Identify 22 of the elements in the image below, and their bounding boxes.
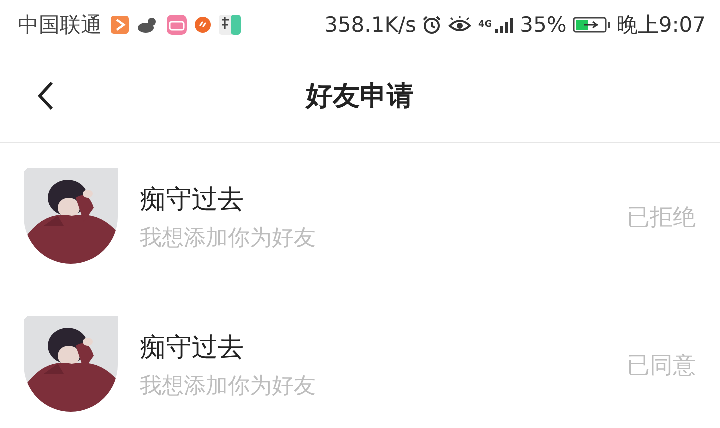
request-message: 我想添加你为好友 <box>140 224 317 252</box>
network-speed: 358.1K/s <box>324 13 416 37</box>
request-message: 我想添加你为好友 <box>140 372 317 400</box>
user-name: 痴守过去 <box>140 332 245 364</box>
eye-icon <box>448 16 472 34</box>
battery-icon <box>572 16 611 34</box>
signal-icon <box>494 16 514 34</box>
book-app-icon <box>218 14 242 36</box>
network-type: 4G <box>478 20 492 30</box>
carrier-name: 中国联通 <box>18 12 102 39</box>
video-app-icon <box>110 15 130 35</box>
page-title: 好友申请 <box>306 80 414 114</box>
clock-time: 晚上9:07 <box>616 12 706 39</box>
friend-request-item[interactable]: 痴守过去 我想添加你为好友 已拒绝 <box>0 143 720 291</box>
request-status: 已拒绝 <box>627 204 696 232</box>
user-name: 痴守过去 <box>140 184 245 216</box>
friend-request-item[interactable]: 痴守过去 我想添加你为好友 已同意 <box>0 291 720 428</box>
alarm-icon <box>422 15 442 35</box>
request-status: 已同意 <box>627 352 696 380</box>
tv-app-icon <box>166 14 188 36</box>
round-app-icon <box>194 16 212 34</box>
battery-percent: 35% <box>520 13 567 37</box>
